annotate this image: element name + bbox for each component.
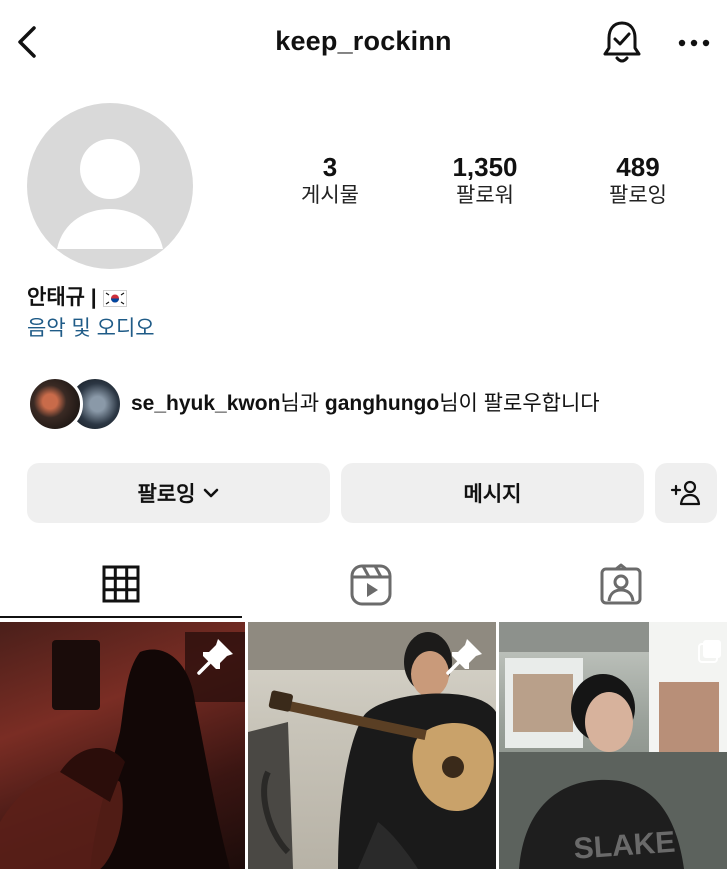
post-thumbnail[interactable] — [248, 622, 496, 869]
mutual-followers-text: se_hyuk_kwon님과 ganghungo님이 팔로우합니다 — [131, 390, 600, 418]
chevron-left-icon — [18, 26, 36, 58]
full-name-text: 안태규 | — [27, 286, 97, 309]
default-avatar-icon — [57, 139, 163, 249]
posts-count-label: 게시물 — [301, 184, 359, 207]
message-button[interactable]: 메시지 — [341, 463, 644, 523]
followers-count[interactable]: 1,350 팔로워 — [425, 152, 545, 210]
profile-full-name: 안태규 | — [27, 284, 127, 312]
message-button-label: 메시지 — [463, 483, 522, 506]
pin-icon — [446, 639, 482, 675]
following-button[interactable]: 팔로잉 — [27, 463, 330, 523]
followers-count-label: 팔로워 — [456, 184, 514, 207]
posts-count-value: 3 — [322, 152, 338, 182]
south-korea-flag-icon — [102, 289, 127, 307]
post-thumbnail[interactable] — [0, 622, 245, 869]
add-person-icon — [670, 480, 701, 506]
top-bar: keep_rockinn — [0, 0, 727, 86]
tab-tagged[interactable] — [500, 552, 727, 618]
following-count-label: 팔로잉 — [609, 184, 667, 207]
mutual-user-2[interactable]: ganghungo — [325, 392, 439, 415]
posts-grid: SLAKE — [0, 622, 727, 869]
tagged-person-icon — [600, 563, 642, 605]
followers-count-value: 1,350 — [452, 152, 518, 182]
tab-posts-grid[interactable] — [0, 552, 242, 618]
reels-icon — [350, 564, 392, 606]
tab-reels[interactable] — [250, 552, 492, 618]
mutual-joiner: 님과 — [280, 392, 325, 415]
grid-icon — [102, 565, 140, 603]
mutual-avatars — [27, 376, 123, 432]
back-button[interactable] — [10, 22, 46, 62]
more-options-button[interactable] — [674, 28, 714, 58]
ellipsis-icon — [678, 39, 710, 47]
following-count-value: 489 — [616, 152, 660, 182]
mutual-followers[interactable]: se_hyuk_kwon님과 ganghungo님이 팔로우합니다 — [27, 376, 600, 432]
post-photo-window: SLAKE — [499, 622, 727, 869]
mutual-suffix: 님이 팔로우합니다 — [439, 392, 600, 415]
following-button-label: 팔로잉 — [137, 483, 196, 506]
mutual-follower-avatar — [27, 376, 83, 432]
profile-category[interactable]: 음악 및 오디오 — [27, 315, 155, 343]
posts-count[interactable]: 3 게시물 — [270, 152, 390, 210]
chevron-down-icon — [204, 488, 219, 498]
suggested-users-button[interactable] — [655, 463, 717, 523]
mutual-user-1[interactable]: se_hyuk_kwon — [131, 392, 280, 415]
multiple-photos-icon — [698, 640, 721, 663]
post-thumbnail[interactable]: SLAKE — [499, 622, 727, 869]
following-count[interactable]: 489 팔로잉 — [578, 152, 698, 210]
notifications-button[interactable] — [600, 18, 644, 66]
pin-icon — [197, 639, 233, 675]
bell-check-icon — [603, 21, 641, 63]
profile-avatar[interactable] — [27, 103, 193, 269]
